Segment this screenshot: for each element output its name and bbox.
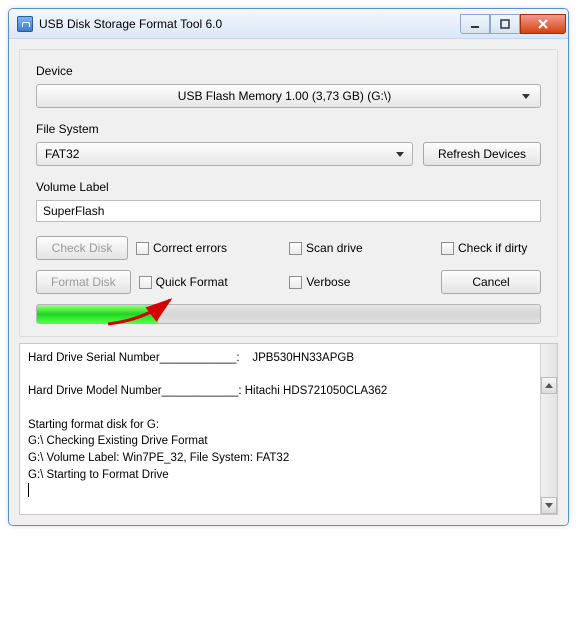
- device-label: Device: [36, 64, 541, 78]
- check-if-dirty-checkbox[interactable]: Check if dirty: [441, 241, 541, 255]
- checkbox-icon: [139, 276, 152, 289]
- verbose-checkbox[interactable]: Verbose: [289, 275, 379, 289]
- device-selected-text: USB Flash Memory 1.00 (3,73 GB) (G:\): [178, 89, 391, 103]
- cancel-button[interactable]: Cancel: [441, 270, 541, 294]
- maximize-icon: [500, 19, 510, 29]
- checkbox-icon: [289, 276, 302, 289]
- progress-bar: [36, 304, 541, 324]
- client-area: Device USB Flash Memory 1.00 (3,73 GB) (…: [9, 39, 568, 525]
- close-icon: [537, 18, 549, 30]
- minimize-button[interactable]: [460, 14, 490, 34]
- refresh-devices-label: Refresh Devices: [438, 147, 526, 161]
- chevron-down-icon: [396, 152, 404, 157]
- chevron-up-icon: [545, 383, 553, 388]
- filesystem-label: File System: [36, 122, 541, 136]
- filesystem-selected-text: FAT32: [45, 147, 79, 161]
- checkbox-icon: [289, 242, 302, 255]
- close-button[interactable]: [520, 14, 566, 34]
- chevron-down-icon: [522, 94, 530, 99]
- quick-format-checkbox[interactable]: Quick Format: [139, 275, 228, 289]
- volume-label-text: Volume Label: [36, 180, 541, 194]
- text-caret: [28, 483, 29, 497]
- correct-errors-label: Correct errors: [153, 241, 227, 255]
- volume-label-input[interactable]: [36, 200, 541, 222]
- format-disk-label: Format Disk: [51, 275, 116, 289]
- refresh-devices-button[interactable]: Refresh Devices: [423, 142, 541, 166]
- device-section: Device USB Flash Memory 1.00 (3,73 GB) (…: [36, 64, 541, 108]
- maximize-button[interactable]: [490, 14, 520, 34]
- format-disk-row: Format Disk Quick Format Verbose Cancel: [36, 270, 541, 294]
- scroll-down-button[interactable]: [541, 497, 557, 514]
- filesystem-dropdown[interactable]: FAT32: [36, 142, 413, 166]
- titlebar[interactable]: USB Disk Storage Format Tool 6.0: [9, 9, 568, 39]
- quick-format-label: Quick Format: [156, 275, 228, 289]
- check-disk-row: Check Disk Correct errors Scan drive Che…: [36, 236, 541, 260]
- app-icon: [17, 16, 33, 32]
- filesystem-section: File System FAT32 Refresh Devices: [36, 122, 541, 166]
- device-dropdown[interactable]: USB Flash Memory 1.00 (3,73 GB) (G:\): [36, 84, 541, 108]
- chevron-down-icon: [545, 503, 553, 508]
- correct-errors-checkbox[interactable]: Correct errors: [136, 241, 227, 255]
- app-window: USB Disk Storage Format Tool 6.0 Device …: [8, 8, 569, 526]
- checkbox-icon: [441, 242, 454, 255]
- main-panel: Device USB Flash Memory 1.00 (3,73 GB) (…: [19, 49, 558, 337]
- scan-drive-label: Scan drive: [306, 241, 363, 255]
- minimize-icon: [470, 19, 480, 29]
- format-disk-button: Format Disk: [36, 270, 131, 294]
- check-disk-button: Check Disk: [36, 236, 128, 260]
- progress-fill: [37, 305, 158, 323]
- scan-drive-checkbox[interactable]: Scan drive: [289, 241, 379, 255]
- scroll-up-button[interactable]: [541, 377, 557, 394]
- cancel-label: Cancel: [472, 275, 509, 289]
- volume-section: Volume Label: [36, 180, 541, 222]
- log-output[interactable]: Hard Drive Serial Number____________: JP…: [19, 343, 558, 515]
- window-buttons: [460, 14, 566, 34]
- checkbox-icon: [136, 242, 149, 255]
- verbose-label: Verbose: [306, 275, 350, 289]
- check-disk-label: Check Disk: [52, 241, 113, 255]
- log-text: Hard Drive Serial Number____________: JP…: [28, 352, 387, 481]
- check-if-dirty-label: Check if dirty: [458, 241, 527, 255]
- vertical-scrollbar[interactable]: [540, 344, 557, 514]
- window-title: USB Disk Storage Format Tool 6.0: [39, 17, 460, 31]
